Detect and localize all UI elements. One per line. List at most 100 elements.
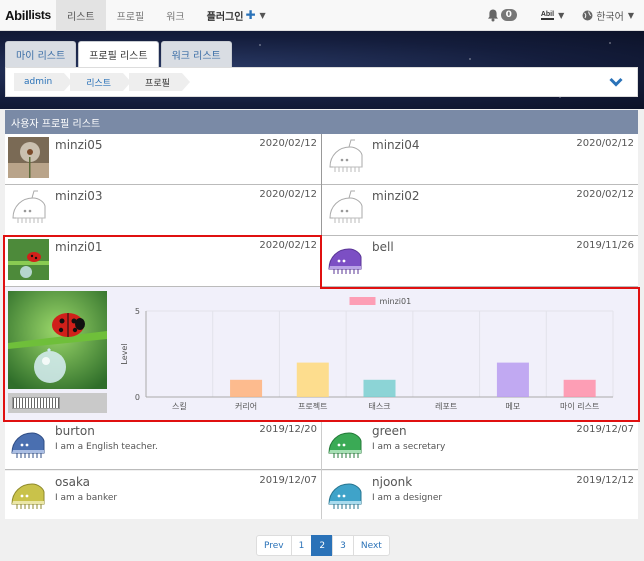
profile-date: 2019/12/07 xyxy=(576,424,634,435)
breadcrumb-label: 리스트 xyxy=(86,78,112,89)
tab-label: 마이 리스트 xyxy=(16,51,66,62)
avatar xyxy=(8,239,49,280)
nav-item-plugin[interactable]: 플러그인 ✚ ▼ xyxy=(196,0,277,31)
pagination-page-1[interactable]: 1 xyxy=(290,535,313,556)
panel-title: 사용자 프로필 리스트 xyxy=(5,110,638,134)
nav-item-profile[interactable]: 프로필 xyxy=(106,0,156,31)
column-divider xyxy=(321,420,322,519)
chart-x-tick-label: 메모 xyxy=(506,402,521,411)
profile-date: 2020/02/12 xyxy=(259,189,317,200)
chart-bar xyxy=(563,379,596,397)
breadcrumb: admin 리스트 프로필 xyxy=(5,67,638,97)
pagination-label: 1 xyxy=(298,540,305,551)
column-divider xyxy=(321,134,322,287)
pagination-page-3[interactable]: 3 xyxy=(332,535,354,556)
robot-outline-icon xyxy=(12,190,46,223)
nav-item-work[interactable]: 워크 xyxy=(155,0,195,31)
caret-down-icon: ▼ xyxy=(627,10,634,20)
breadcrumb-item-list[interactable]: 리스트 xyxy=(70,73,131,91)
user-avatar-logo: Abil xyxy=(540,10,555,20)
language-label: 한국어 xyxy=(596,11,624,23)
avatar xyxy=(325,239,366,280)
avatar xyxy=(8,474,49,515)
robot-blue-icon xyxy=(11,432,45,458)
caret-down-icon: ▼ xyxy=(558,10,565,20)
chart-bar xyxy=(230,379,263,397)
profile-name: burton xyxy=(55,424,95,438)
avatar xyxy=(325,474,366,515)
chart-bar xyxy=(496,362,529,397)
list-tabs: 마이 리스트 프로필 리스트 워크 리스트 xyxy=(5,41,234,67)
chart-y-axis-label: Level xyxy=(120,343,129,364)
ladybug-photo-icon xyxy=(8,239,49,280)
tab-my-list[interactable]: 마이 리스트 xyxy=(5,41,77,67)
profile-description: I am a banker xyxy=(55,493,118,503)
breadcrumb-label: admin xyxy=(24,77,53,87)
chart-bar xyxy=(296,362,329,397)
chart-x-tick-label: 프로젝트 xyxy=(298,401,327,411)
profile-name: minzi04 xyxy=(372,138,420,152)
chart-x-tick-label: 스킬 xyxy=(172,402,187,411)
breadcrumb-item-profile: 프로필 xyxy=(129,73,190,91)
pagination-next-button[interactable]: Next xyxy=(352,535,390,556)
profile-card-burton[interactable]: burton I am a English teacher. 2019/12/2… xyxy=(5,420,321,470)
robot-outline-icon xyxy=(329,139,363,172)
pagination-page-2[interactable]: 2 xyxy=(311,535,334,556)
profile-card-minzi04[interactable]: minzi04 2020/02/12 xyxy=(322,134,638,185)
pagination: Prev 1 2 3 Next xyxy=(256,535,390,556)
user-menu[interactable]: Abil ▼ xyxy=(529,11,576,20)
nav-item-list[interactable]: 리스트 xyxy=(56,0,106,31)
profile-card-minzi03[interactable]: minzi03 2020/02/12 xyxy=(5,185,321,236)
profile-card-minzi05[interactable]: minzi05 2020/02/12 xyxy=(5,134,321,185)
breadcrumb-label: 프로필 xyxy=(145,78,170,89)
app-logo[interactable]: Abil lists xyxy=(0,0,56,31)
profile-card-bell[interactable]: bell 2019/11/26 xyxy=(322,236,638,287)
tab-work-list[interactable]: 워크 리스트 xyxy=(160,41,232,67)
chart-legend-label: minzi01 xyxy=(380,297,412,306)
profile-name: minzi02 xyxy=(372,189,420,203)
nav-item-label: 리스트 xyxy=(67,11,95,23)
level-chart: 0 5 Level 스킬 커리어 프로젝트 태스크 레포트 메모 마이 리스트 minzi01 xyxy=(113,287,633,417)
level-progress-bar xyxy=(8,393,107,413)
chart-y-tick-label: 0 xyxy=(135,393,140,402)
logo-sub-text: lists xyxy=(28,8,51,22)
chevron-down-icon[interactable] xyxy=(609,77,623,87)
robot-outline-icon xyxy=(329,190,363,223)
profile-date: 2020/02/12 xyxy=(259,138,317,149)
tab-profile-list[interactable]: 프로필 리스트 xyxy=(78,41,159,67)
ladybug-photo-icon xyxy=(8,291,107,389)
profile-card-green[interactable]: green I am a secretary 2019/12/07 xyxy=(322,420,638,470)
profile-card-minzi01[interactable]: minzi01 2020/02/12 xyxy=(5,236,321,287)
chart-legend-swatch xyxy=(349,297,376,305)
profile-name: njoonk xyxy=(372,475,413,489)
profile-date: 2019/12/12 xyxy=(576,475,634,486)
notification-button[interactable]: 0 xyxy=(475,9,529,22)
profile-name: green xyxy=(372,424,407,438)
panel-title-text: 사용자 프로필 리스트 xyxy=(11,118,101,130)
profile-name: minzi05 xyxy=(55,138,103,152)
profile-card-njoonk[interactable]: njoonk I am a designer 2019/12/12 xyxy=(322,471,638,519)
highlight-box-corner xyxy=(638,287,640,289)
language-selector[interactable]: 한국어 ▼ xyxy=(576,8,644,23)
level-bar-chart: 0 5 Level 스킬 커리어 프로젝트 태스크 레포트 메모 마이 리스트 minzi01 xyxy=(120,297,614,411)
profile-name: osaka xyxy=(55,475,91,489)
profile-description: I am a English teacher. xyxy=(55,442,158,452)
notification-count-badge: 0 xyxy=(500,9,517,21)
robot-purple-icon xyxy=(328,248,362,274)
globe-icon xyxy=(582,10,593,20)
profile-name: minzi03 xyxy=(55,189,103,203)
profile-date: 2020/02/12 xyxy=(576,189,634,200)
avatar xyxy=(325,423,366,464)
profile-card-minzi02[interactable]: minzi02 2020/02/12 xyxy=(322,185,638,236)
avatar xyxy=(325,137,366,178)
profile-description: I am a secretary xyxy=(372,442,446,452)
chart-y-tick-label: 5 xyxy=(135,307,140,316)
dandelion-photo-icon xyxy=(8,137,49,178)
profile-description: I am a designer xyxy=(372,493,443,503)
pagination-label: Prev xyxy=(264,540,284,551)
profile-date: 2019/12/07 xyxy=(259,475,317,486)
profile-card-osaka[interactable]: osaka I am a banker 2019/12/07 xyxy=(5,471,321,519)
breadcrumb-item-admin[interactable]: admin xyxy=(14,73,73,91)
profile-date: 2019/11/26 xyxy=(576,240,634,251)
pagination-prev-button[interactable]: Prev xyxy=(256,535,292,556)
